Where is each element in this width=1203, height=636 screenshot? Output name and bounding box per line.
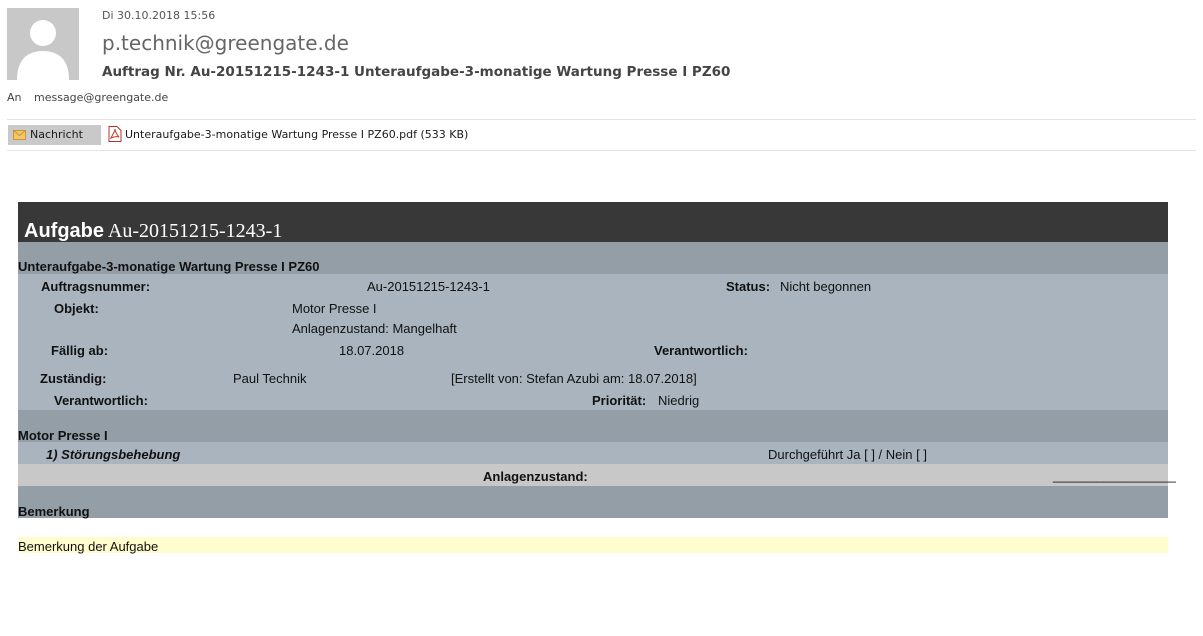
task-title-label: Aufgabe (24, 220, 104, 242)
email-sender[interactable]: p.technik@greengate.de (102, 31, 349, 55)
durchgefuehrt-check: Durchgeführt Ja [ ] / Nein [ ] (768, 447, 927, 462)
remark-heading-band (18, 486, 1168, 518)
objekt-label: Objekt: (54, 301, 99, 316)
email-date: Di 30.10.2018 15:56 (102, 9, 216, 22)
status-label: Status: (726, 279, 771, 294)
condition-band (18, 464, 1168, 486)
task-subtitle: Unteraufgabe-3-monatige Wartung Presse I… (18, 259, 320, 274)
erstellt-info: [Erstellt von: Stefan Azubi am: 18.07.20… (451, 371, 697, 386)
anlagenzustand-value: Anlagenzustand: Mangelhaft (292, 321, 457, 336)
verantwortlich-right-label: Verantwortlich: (654, 343, 748, 358)
anlagenzustand-blank-line: _________________ (1053, 468, 1176, 483)
remark-text-band (18, 537, 1168, 553)
task-title: Aufgabe Au-20151215-1243-1 (24, 220, 282, 243)
avatar (7, 8, 79, 80)
pdf-icon (108, 126, 122, 142)
object-band (18, 410, 1168, 442)
envelope-icon (13, 130, 26, 140)
faellig-label: Fällig ab: (51, 343, 109, 358)
bemerkung-heading: Bemerkung (18, 504, 90, 519)
to-recipient[interactable]: message@greengate.de (34, 91, 168, 104)
task-header-bar: Aufgabe Au-20151215-1243-1 (18, 202, 1168, 242)
anlagenzustand-label: Anlagenzustand: (483, 469, 588, 484)
prioritaet-label: Priorität: (592, 393, 647, 408)
section-object: Motor Presse I (18, 428, 108, 443)
step-band (18, 442, 1168, 464)
step-title: 1) Störungsbehebung (46, 447, 181, 462)
email-subject: Auftrag Nr. Au-20151215-1243-1 Unteraufg… (102, 64, 731, 80)
zustaendig-label: Zuständig: (40, 371, 107, 386)
prioritaet-value: Niedrig (658, 393, 700, 408)
verantwortlich-label: Verantwortlich: (54, 393, 148, 408)
bemerkung-text: Bemerkung der Aufgabe (18, 539, 159, 554)
task-title-id: Au-20151215-1243-1 (107, 220, 283, 242)
status-value: Nicht begonnen (780, 279, 872, 294)
faellig-value: 18.07.2018 (339, 343, 405, 358)
to-label: An (7, 91, 22, 104)
objekt-value: Motor Presse I (292, 301, 377, 316)
details-band (18, 274, 1168, 410)
divider (7, 119, 1196, 120)
divider (7, 150, 1196, 151)
auftragsnummer-value: Au-20151215-1243-1 (367, 279, 490, 294)
message-tab[interactable]: Nachricht (8, 125, 101, 145)
person-icon (17, 20, 69, 80)
zustaendig-value: Paul Technik (233, 371, 307, 386)
message-tab-label: Nachricht (30, 128, 83, 141)
attachment-label: Unteraufgabe-3-monatige Wartung Presse I… (125, 128, 469, 141)
auftragsnummer-label: Auftragsnummer: (41, 279, 151, 294)
